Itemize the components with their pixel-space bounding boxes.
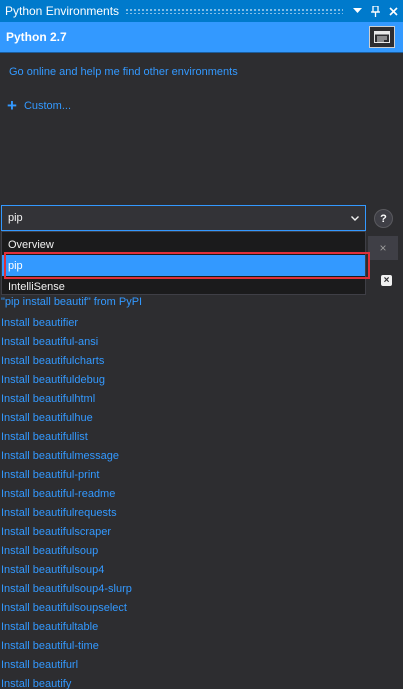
- find-environments-link[interactable]: Go online and help me find other environ…: [9, 66, 238, 78]
- environment-header[interactable]: Python 2.7: [0, 22, 403, 53]
- titlebar-grip[interactable]: [125, 8, 343, 14]
- interactive-window-button[interactable]: [369, 26, 395, 48]
- custom-label: Custom...: [23, 99, 72, 112]
- list-item[interactable]: Install beautifulmessage: [1, 447, 132, 466]
- pin-icon[interactable]: [367, 3, 383, 19]
- clear-button[interactable]: ×: [381, 275, 392, 286]
- chevron-down-icon: [348, 211, 362, 225]
- search-clear-area[interactable]: ×: [368, 236, 398, 260]
- close-icon[interactable]: [385, 3, 401, 19]
- plus-icon: +: [7, 96, 17, 115]
- list-item[interactable]: Install beautifulscraper: [1, 523, 132, 542]
- list-item[interactable]: Install beautifulsoupselect: [1, 599, 132, 618]
- custom-environment-link[interactable]: + Custom...: [7, 97, 71, 114]
- list-item[interactable]: Install beautifulcharts: [1, 352, 132, 371]
- list-item[interactable]: Install beautifulsoup4: [1, 561, 132, 580]
- pypi-install-link[interactable]: "pip install beautif" from PyPI: [1, 296, 142, 308]
- list-item[interactable]: Install beautifulsoup4-slurp: [1, 580, 132, 599]
- option-pip[interactable]: pip: [2, 255, 365, 276]
- python-environments-window: Python Environments Python 2.7 Go online…: [0, 0, 403, 689]
- package-results-list: Install beautifier Install beautiful-ans…: [1, 314, 132, 689]
- help-button[interactable]: ?: [374, 209, 393, 228]
- clear-search-icon: ×: [379, 241, 387, 255]
- list-item[interactable]: Install beautiful-print: [1, 466, 132, 485]
- list-item[interactable]: Install beautifulrequests: [1, 504, 132, 523]
- list-item[interactable]: Install beautifullist: [1, 428, 132, 447]
- list-item[interactable]: Install beautifurl: [1, 656, 132, 675]
- view-select-value: pip: [8, 212, 23, 224]
- list-item[interactable]: Install beautiful-ansi: [1, 333, 132, 352]
- chevron-down-icon[interactable]: [349, 3, 365, 19]
- list-item[interactable]: Install beautiful-readme: [1, 485, 132, 504]
- option-overview[interactable]: Overview: [2, 234, 365, 255]
- list-item[interactable]: Install beautifulhue: [1, 409, 132, 428]
- window-title: Python Environments: [5, 4, 120, 18]
- tool-window-titlebar: Python Environments: [0, 0, 403, 22]
- list-item[interactable]: Install beautifultable: [1, 618, 132, 637]
- list-item[interactable]: Install beautifuldebug: [1, 371, 132, 390]
- list-item[interactable]: Install beautifier: [1, 314, 132, 333]
- view-select-dropdown: Overview pip IntelliSense: [1, 231, 366, 295]
- option-intellisense[interactable]: IntelliSense: [2, 276, 365, 297]
- list-item[interactable]: Install beautify: [1, 675, 132, 689]
- list-item[interactable]: Install beautiful-time: [1, 637, 132, 656]
- environment-name: Python 2.7: [6, 30, 67, 44]
- list-item[interactable]: Install beautifulhtml: [1, 390, 132, 409]
- view-select[interactable]: pip: [1, 205, 366, 231]
- list-item[interactable]: Install beautifulsoup: [1, 542, 132, 561]
- interactive-window-icon: [374, 31, 390, 43]
